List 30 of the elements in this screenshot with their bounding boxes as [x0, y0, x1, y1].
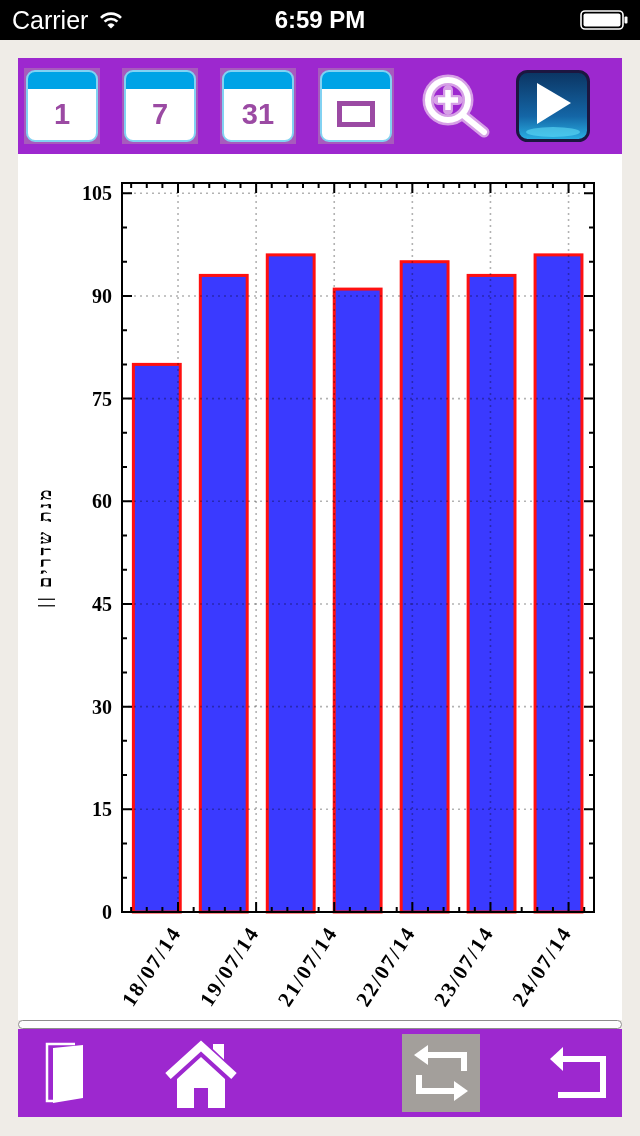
y-tick-label: 30 — [92, 695, 112, 718]
y-tick-label: 0 — [102, 901, 112, 923]
y-tick-label: 75 — [92, 387, 112, 410]
home-button[interactable] — [163, 1038, 239, 1108]
y-tick-label: 90 — [92, 284, 112, 307]
y-tick-label: 60 — [92, 490, 112, 513]
back-button[interactable] — [550, 1046, 608, 1100]
zoom-in-button[interactable] — [422, 74, 490, 138]
swap-arrows-icon — [412, 1043, 470, 1103]
carrier-name: Carrier — [12, 5, 89, 35]
door-icon — [45, 1042, 85, 1104]
zoom-in-icon — [422, 74, 490, 138]
home-icon — [163, 1038, 239, 1108]
y-tick-label: 45 — [92, 592, 112, 615]
day-range-button[interactable]: 7 — [122, 68, 198, 144]
y-tick-label: 105 — [82, 182, 112, 205]
exit-button[interactable] — [45, 1042, 85, 1104]
wifi-icon — [99, 11, 124, 29]
play-icon — [516, 70, 590, 142]
day-range-button[interactable]: 31 — [220, 68, 296, 144]
y-axis-label: מנת שדרים || — [35, 487, 55, 608]
rectangle-icon — [337, 101, 375, 127]
day-range-button[interactable]: 1 — [24, 68, 100, 144]
swap-button[interactable] — [402, 1034, 480, 1112]
calendar-button[interactable] — [318, 68, 394, 144]
battery-icon — [580, 10, 628, 30]
play-button[interactable] — [516, 70, 590, 142]
return-arrow-icon — [550, 1046, 608, 1100]
clock-time: 6:59 PM — [274, 5, 366, 35]
y-tick-label: 15 — [92, 798, 112, 821]
